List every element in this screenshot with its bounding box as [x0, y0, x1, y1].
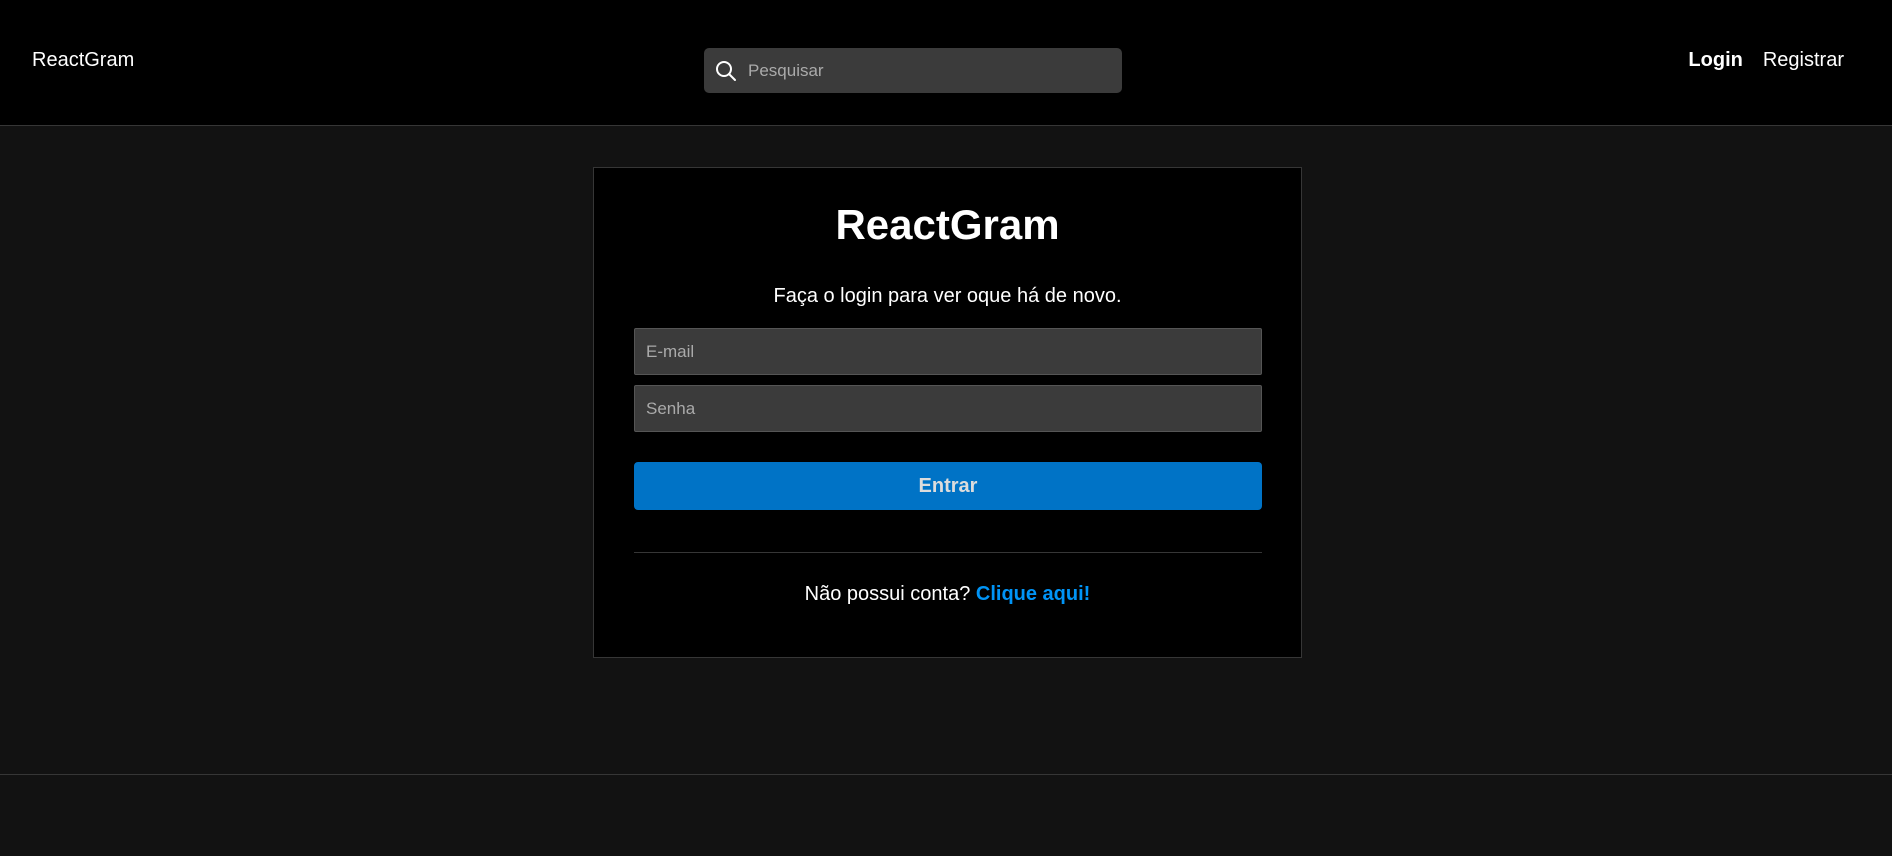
search-icon — [716, 61, 736, 81]
divider — [634, 552, 1262, 553]
nav-register-link[interactable]: Registrar — [1763, 48, 1844, 72]
register-prompt: Não possui conta? Clique aqui! — [594, 582, 1301, 606]
navbar: ReactGram Login Registrar — [0, 0, 1892, 126]
login-title: ReactGram — [835, 201, 1060, 248]
password-field[interactable] — [634, 385, 1262, 432]
register-prompt-text: Não possui conta? — [804, 583, 971, 605]
search-input[interactable] — [744, 48, 1114, 93]
nav-login-link[interactable]: Login — [1688, 48, 1742, 72]
register-link[interactable]: Clique aqui! — [976, 583, 1090, 605]
nav-links: Login Registrar — [1688, 48, 1844, 72]
email-field[interactable] — [634, 328, 1262, 375]
footer-divider — [0, 774, 1892, 775]
search-box[interactable] — [704, 48, 1122, 93]
login-submit-button[interactable]: Entrar — [634, 462, 1262, 510]
login-card: ReactGram Faça o login para ver oque há … — [593, 167, 1302, 658]
login-subtitle: Faça o login para ver oque há de novo. — [773, 285, 1122, 307]
brand-logo[interactable]: ReactGram — [32, 48, 134, 72]
